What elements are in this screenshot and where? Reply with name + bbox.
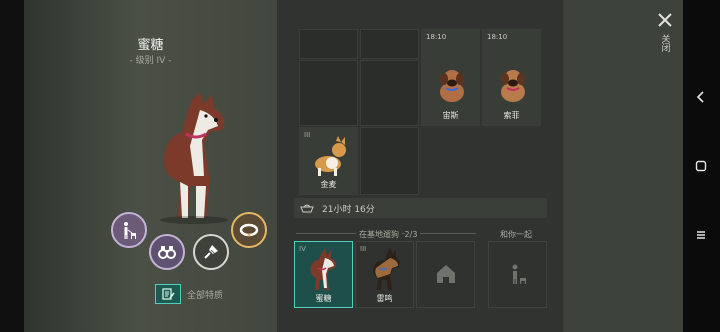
home-nav-button[interactable] <box>692 157 710 175</box>
husky-dog-figure <box>160 92 228 224</box>
collar-button[interactable] <box>231 212 267 248</box>
with-you-slot[interactable] <box>488 241 547 308</box>
walk-timer-text: 21小时 16分 <box>322 204 375 215</box>
kennel-cell-empty[interactable] <box>299 60 358 126</box>
traits-icon <box>155 284 181 304</box>
binoculars-icon <box>158 246 176 259</box>
corgi-icon <box>315 136 346 176</box>
base-walk-label: 在基地遛狗 2/3 <box>356 229 421 240</box>
dog-name: 蜜糖 <box>137 38 164 53</box>
back-nav-button[interactable] <box>692 88 710 106</box>
menu-icon <box>697 231 705 239</box>
all-traits-label: 全部特质 <box>187 290 224 301</box>
base-slot-thunder[interactable]: III 雷鸣 <box>355 241 414 308</box>
chevron-left-icon <box>696 91 704 103</box>
kennel-cell-goldwheat[interactable]: III 金麦 <box>299 127 358 195</box>
dog-bowl-icon <box>300 204 314 213</box>
dog-name-honey: 蜜糖 <box>315 294 332 303</box>
close-button[interactable]: 关闭 <box>652 12 678 68</box>
walk-with-dog-button[interactable] <box>111 212 147 248</box>
with-you-label: 和你一起 <box>500 230 532 239</box>
base-slot-honey[interactable]: IV 蜜糖 <box>294 241 353 308</box>
rest-timer: 18:10 <box>487 33 508 41</box>
grooming-button[interactable] <box>193 234 229 270</box>
dog-name-thunder: 雷鸣 <box>376 294 393 303</box>
house-icon <box>437 265 455 283</box>
all-traits-button[interactable]: 全部特质 <box>155 284 223 304</box>
shepherd-thumbnail-icon <box>373 248 400 290</box>
kennel-cell-zeus[interactable]: 18:10 宙斯 <box>421 29 480 126</box>
tier-label: III <box>360 245 367 253</box>
puppy-icon <box>440 70 464 102</box>
kennel-grid: 18:10 宙斯 18:10 索菲 III 金麦 <box>299 29 543 195</box>
kennel-cell-empty[interactable] <box>299 29 358 59</box>
person-with-dog-icon <box>512 264 526 284</box>
tier-label: IV <box>299 245 306 253</box>
dog-detail-panel: 蜜糖 - 级别 IV - 全部特质 <box>24 0 277 332</box>
kennel-cell-empty[interactable] <box>360 127 419 195</box>
kennel-cell-empty[interactable] <box>360 29 419 59</box>
husky-thumbnail-icon <box>310 248 337 290</box>
person-with-dog-icon <box>124 222 136 239</box>
base-slot-empty[interactable] <box>416 241 475 308</box>
brush-icon <box>204 245 218 259</box>
dog-name-sophie: 索菲 <box>503 111 520 120</box>
rest-timer: 18:10 <box>426 33 447 41</box>
dog-level: - 级别 IV - <box>129 56 172 66</box>
puppy-icon <box>501 70 525 102</box>
walk-timer-bar: 21小时 16分 <box>294 198 547 218</box>
kennel-cell-sophie[interactable]: 18:10 索菲 <box>482 29 541 126</box>
binoculars-button[interactable] <box>149 234 185 270</box>
collar-icon <box>239 223 259 237</box>
close-icon <box>658 13 672 27</box>
kennel-cell-empty[interactable] <box>360 60 419 126</box>
square-icon <box>695 160 707 172</box>
left-edge <box>0 0 24 332</box>
close-label: 关闭 <box>659 34 670 52</box>
dog-name-goldwheat: 金麦 <box>320 180 337 189</box>
dog-name-zeus: 宙斯 <box>442 111 459 120</box>
base-walk-count: 2/3 <box>404 230 421 239</box>
recents-nav-button[interactable] <box>692 226 710 244</box>
